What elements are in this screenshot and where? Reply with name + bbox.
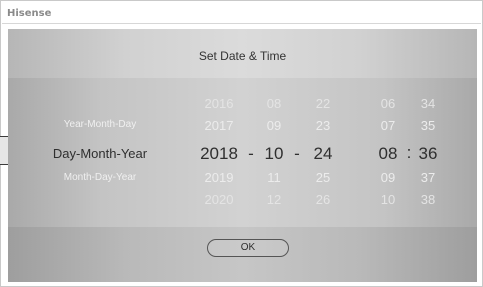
day-option[interactable]: 22 [306,96,340,112]
dialog-header: Set Date & Time [8,29,477,78]
hour-option[interactable]: 07 [373,118,403,134]
day-option[interactable]: 25 [306,170,340,186]
month-selected[interactable]: 10 [257,144,291,164]
date-separator: - [294,144,300,163]
brand-logo: Hisense [7,8,52,19]
dialog-title: Set Date & Time [198,49,287,63]
month-option[interactable]: 08 [257,96,291,112]
tv-screen: Hisense Set Date & Time Year-Month-Day D… [0,0,483,287]
month-option[interactable]: 11 [257,170,291,186]
date-format-option-mdy[interactable]: Month-Day-Year [44,170,156,186]
minute-option[interactable]: 37 [412,170,444,186]
set-date-time-dialog: Set Date & Time Year-Month-Day Day-Month… [8,29,477,282]
year-option[interactable]: 2017 [194,118,244,134]
hour-option[interactable]: 10 [373,192,403,208]
day-option[interactable]: 23 [306,118,340,134]
date-time-picker: Year-Month-Day Day-Month-Year Month-Day-… [8,79,477,227]
hour-option[interactable]: 06 [373,96,403,112]
day-option[interactable]: 26 [306,192,340,208]
minute-option[interactable]: 35 [412,118,444,134]
date-format-option-dmy-selected[interactable]: Day-Month-Year [44,144,156,164]
day-selected[interactable]: 24 [306,144,340,164]
year-option[interactable]: 2016 [194,96,244,112]
top-divider [2,23,481,24]
minute-option[interactable]: 34 [412,96,444,112]
hour-selected[interactable]: 08 [371,144,405,164]
month-option[interactable]: 09 [257,118,291,134]
date-format-option-ymd[interactable]: Year-Month-Day [44,117,156,133]
month-option[interactable]: 12 [257,192,291,208]
year-option[interactable]: 2019 [194,170,244,186]
minute-selected[interactable]: 36 [411,144,445,164]
year-option[interactable]: 2020 [194,192,244,208]
minute-option[interactable]: 38 [412,192,444,208]
year-selected[interactable]: 2018 [192,144,246,164]
ok-button[interactable]: OK [207,239,289,257]
hour-option[interactable]: 09 [373,170,403,186]
